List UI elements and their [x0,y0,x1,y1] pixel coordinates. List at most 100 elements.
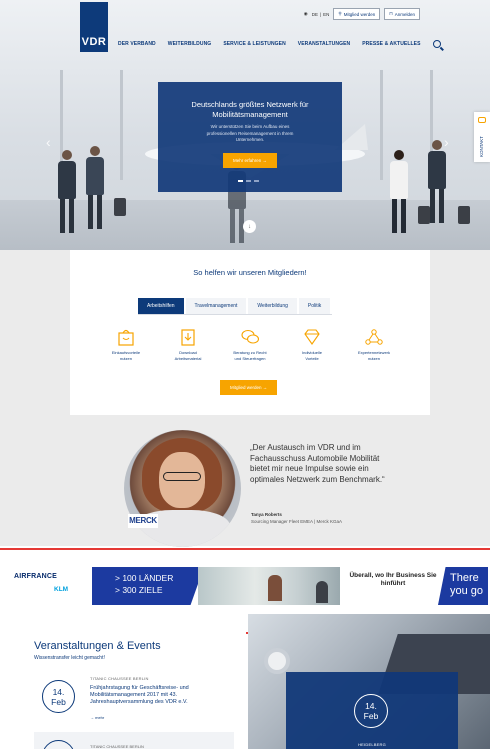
chat-bubbles-icon [241,329,260,344]
slider-dot[interactable] [246,180,251,182]
event-location: TITANIC CHAUSSEE BERLIN [90,676,149,681]
download-icon [181,329,195,346]
member-signup-label: Mitglied werden [343,11,376,17]
event-day: 14. [52,687,65,697]
featured-event-card[interactable]: 14. Feb HEIDELBERG [286,672,458,749]
hero-subtitle: Wir unterstützen Sie beim Aufbau eines p… [206,124,294,142]
globe-icon: ◉ [303,11,308,16]
feature-label: Arbeitsmaterial [174,355,202,361]
nav-item-verband[interactable]: DER VERBAND [118,41,156,47]
feature-label: nutzen [367,355,380,361]
search-icon[interactable] [432,40,441,48]
feature-expertennetzwerk[interactable]: Expertennetzwerk nutzen [348,328,400,361]
testimonial-quote: „Der Austausch im VDR und im Fachausschu… [250,443,385,484]
events-subtitle: Wissenstransfer leicht gemacht! [34,655,105,661]
lang-en-link[interactable]: EN [323,12,329,17]
hero-slider: VDR ◉ DE | EN ⚲ Mitglied werden ⊓ Anmeld… [0,0,490,250]
event-date-badge: 14. Feb [42,680,75,713]
ad-there-you-go: There you go [438,567,488,605]
user-icon: ⚲ [338,11,342,16]
traveler-figure [86,146,104,229]
network-icon [365,329,383,345]
merck-logo: MERCK [128,514,158,528]
feature-download[interactable]: Download Arbeitsmaterial [162,328,214,361]
ad-promo-line: > 100 LÄNDER [115,573,174,583]
airfrance-klm-banner[interactable]: AIRFRANCE KLM > 100 LÄNDER > 300 ZIELE Ü… [2,567,488,605]
featured-event-month: Feb [363,711,379,721]
events-title: Veranstaltungen & Events [34,640,161,652]
vdr-logo[interactable]: VDR [80,2,108,52]
feature-label: und Steuerfragen [234,355,266,361]
ad-photo [198,567,340,605]
site-header: VDR ◉ DE | EN ⚲ Mitglied werden ⊓ Anmeld… [0,0,490,60]
lang-separator: | [319,11,322,17]
nav-item-weiterbildung[interactable]: WEITERBILDUNG [168,41,212,47]
slider-next-arrow[interactable]: › [444,134,449,150]
event-more-link[interactable]: → mehr [90,715,104,720]
hero-window-frame [380,70,383,180]
lock-icon: ⊓ [389,11,393,16]
slider-dot[interactable] [238,180,243,182]
hero-title: Deutschlands größtes Netzwerk für Mobili… [191,100,309,119]
ad-promo: > 100 LÄNDER > 300 ZIELE [92,567,204,605]
klm-logo: KLM [54,586,69,593]
shopping-bag-icon [118,329,134,346]
feature-vorteile[interactable]: Individuelle Vorteile [286,328,338,361]
header-topbar: ◉ DE | EN ⚲ Mitglied werden ⊓ Anmelden [304,8,420,20]
suitcase-image [458,206,470,224]
scroll-down-button[interactable]: ↓ [243,220,256,233]
testimonial-name: Tanya Roberts [251,512,282,517]
traveler-figure [390,150,408,233]
hero-more-button[interactable]: Mehr erfahren → [222,152,277,168]
feature-einkaufsvorteile[interactable]: Einkaufsvorteile nutzen [100,328,152,361]
lang-de-link[interactable]: DE [312,12,318,17]
feature-label: nutzen [119,355,132,361]
feature-label: Vorteile [305,355,319,361]
slider-prev-arrow[interactable]: ‹ [46,134,51,150]
testimonial-role: Sourcing Manager Fleet EMEA | Merck KGaA [251,519,342,524]
tab-politik[interactable]: Politik [298,298,331,314]
contact-side-tab[interactable]: KONTAKT [474,112,490,162]
event-date-badge [42,740,75,749]
diamond-icon [304,329,320,345]
nav-item-service[interactable]: SERVICE & LEISTUNGEN [223,41,285,47]
nav-item-veranstaltungen[interactable]: VERANSTALTUNGEN [298,41,350,47]
ad-promo-line: > 300 ZIELE [115,585,163,595]
event-list-item[interactable]: TITANIC CHAUSSEE BERLIN [34,732,234,749]
nav-item-presse[interactable]: PRESSE & AKTUELLES [362,41,420,47]
testimonial-avatar [124,430,241,547]
mail-icon [478,117,486,123]
feature-beratung[interactable]: Beratung zu Recht und Steuerfragen [224,328,276,361]
ad-divider-top [0,548,490,550]
airfrance-logo: AIRFRANCE [14,573,58,580]
tab-weiterbildung[interactable]: Weiterbildung [248,298,297,314]
slider-pagination [238,180,259,182]
ad-slogan: Überall, wo Ihr Business Sie hinführt [349,572,437,587]
hero-teaser-card: Deutschlands größtes Netzwerk für Mobili… [158,82,342,192]
language-switch: DE | EN [312,12,330,17]
traveler-figure [428,140,446,223]
main-navigation: DER VERBAND WEITERBILDUNG SERVICE & LEIS… [118,40,441,48]
event-month: Feb [51,697,66,707]
featured-event-date: 14. Feb [354,694,388,728]
help-tabs: Arbeitshilfen Travelmanagement Weiterbil… [138,298,333,315]
event-location: TITANIC CHAUSSEE BERLIN [90,744,144,749]
event-description-link[interactable]: Frühjahrstagung für Geschäftsreise- und … [90,685,220,706]
hero-window-frame [120,70,123,180]
featured-event-city: HEIDELBERG [358,742,386,747]
tab-arbeitshilfen[interactable]: Arbeitshilfen [138,298,184,314]
login-label: Anmelden [394,11,415,17]
contact-label: KONTAKT [479,136,484,157]
tab-travelmanagement[interactable]: Travelmanagement [185,298,247,314]
member-signup-button[interactable]: ⚲ Mitglied werden [333,8,381,20]
login-button[interactable]: ⊓ Anmelden [384,8,420,20]
member-cta-button[interactable]: Mitglied werden → [220,380,278,395]
help-title: So helfen wir unseren Mitgliedern! [193,268,307,277]
feature-list: Einkaufsvorteile nutzen Download Arbeits… [100,328,400,361]
traveler-figure [58,150,76,233]
help-box: So helfen wir unseren Mitgliedern! Arbei… [70,250,430,415]
suitcase-image [114,198,126,216]
slider-dot[interactable] [254,180,259,182]
suitcase-image [418,206,430,224]
featured-event-day: 14. [365,701,377,711]
